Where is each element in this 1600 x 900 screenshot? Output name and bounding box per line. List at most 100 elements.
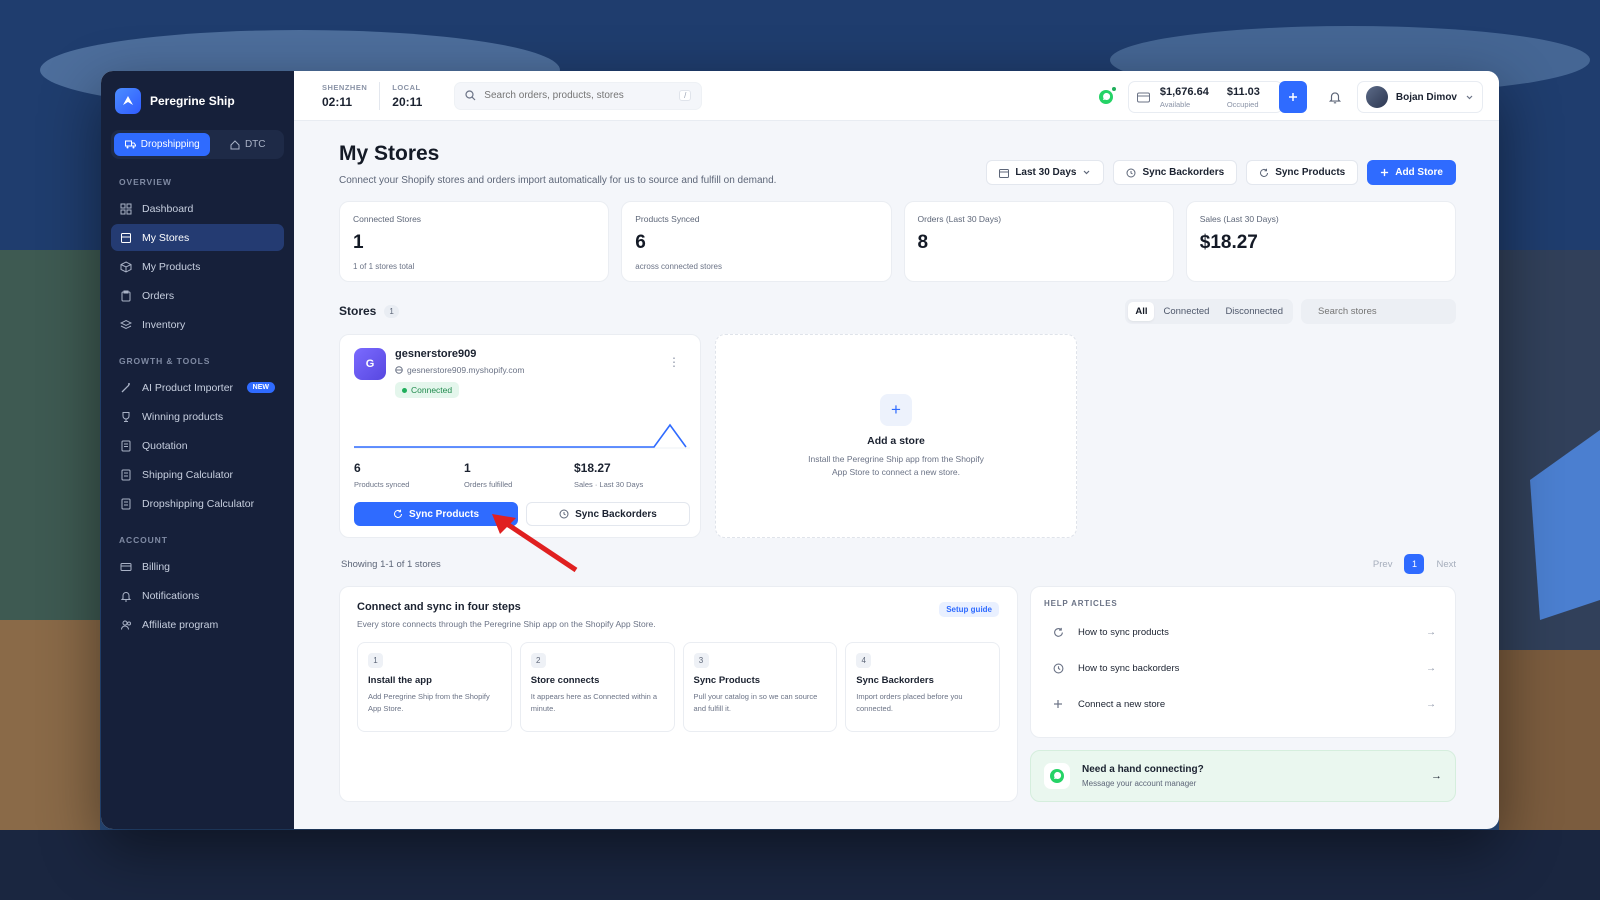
globe-icon [395,366,403,374]
stat-value: 1 [353,232,364,253]
sidebar-item-winning-products[interactable]: Winning products [111,403,284,430]
step-description: It appears here as Connected within a mi… [530,692,658,713]
bell-icon [1328,92,1341,104]
metric-label: Sales · Last 30 Days [574,480,644,489]
sidebar-item-my-stores[interactable]: My Stores [111,224,284,251]
pagination: Prev 1 Next [1373,554,1456,574]
wand-icon [121,382,130,392]
showing-text: Showing 1-1 of 1 stores [341,558,441,570]
whatsapp-icon [1044,763,1070,789]
help-item-sync-products[interactable]: How to sync products → [1044,614,1442,650]
section-label-overview: OVERVIEW [119,177,172,187]
stat-card-products-synced: Products Synced 6 across connected store… [621,201,892,282]
add-store-card[interactable]: + Add a store Install the Peregrine Ship… [715,334,1077,538]
sidebar-item-affiliate-program[interactable]: Affiliate program [111,611,284,638]
sidebar-item-label: Dropshipping Calculator [142,497,255,510]
mode-dropshipping[interactable]: Dropshipping [114,133,211,156]
filter-connected[interactable]: Connected [1156,302,1216,321]
store-metrics: 6 Products synced 1 Orders fulfilled $18… [354,461,684,489]
balance-occupied-label: Occupied [1226,99,1259,109]
setup-guide-link[interactable]: Setup guide [939,602,999,617]
sidebar-item-shipping-calculator[interactable]: Shipping Calculator [111,461,284,488]
history-icon [1126,168,1136,177]
sync-backorders-button[interactable]: Sync Backorders [1113,160,1238,185]
sync-backorders-label: Sync Backorders [1142,167,1225,178]
sidebar-item-quotation[interactable]: Quotation [111,432,284,459]
sidebar-item-inventory[interactable]: Inventory [111,311,284,338]
stat-sub: across connected stores [635,262,722,271]
store-search-input[interactable] [1318,305,1450,317]
sidebar-item-label: AI Product Importer [142,381,234,394]
next-page-button[interactable]: Next [1436,559,1456,570]
stats-row: Connected Stores 1 1 of 1 stores total P… [339,201,1456,282]
store-sync-products-button[interactable]: Sync Products [354,502,518,526]
sidebar: Peregrine Ship Dropshipping DTC OVERVIEW… [101,71,294,829]
plus-icon: + [880,393,912,426]
peregrine-logo-icon [115,88,141,114]
store-sync-backorders-button[interactable]: Sync Backorders [526,502,690,526]
right-column: HELP ARTICLES How to sync products → How… [1030,586,1456,802]
online-dot-icon [1110,86,1117,92]
sidebar-item-orders[interactable]: Orders [111,282,284,309]
step-item: 3 Sync Products Pull your catalog in so … [682,642,838,732]
balance-available-label: Available [1159,99,1191,109]
store-sync-backorders-label: Sync Backorders [575,508,657,520]
sidebar-item-dropshipping-calculator[interactable]: Dropshipping Calculator [111,490,284,517]
store-sync-products-label: Sync Products [408,508,480,520]
mode-dtc-label: DTC [244,139,266,150]
whatsapp-button[interactable] [1091,83,1120,111]
status-label: Connected [411,385,453,395]
date-range-label: Last 30 Days [1015,167,1077,178]
top-up-button[interactable] [1278,81,1307,113]
step-item: 4 Sync Backorders Import orders placed b… [845,642,1000,732]
clock-time: 02:11 [322,94,353,109]
step-item: 1 Install the app Add Peregrine Ship fro… [357,642,512,732]
user-menu[interactable]: Bojan Dimov [1356,81,1483,113]
help-item-connect-store[interactable]: Connect a new store → [1044,686,1442,722]
new-badge: NEW [246,382,275,393]
prev-page-button[interactable]: Prev [1373,559,1393,570]
help-item-sync-backorders[interactable]: How to sync backorders → [1044,650,1442,686]
step-title: Install the app [368,675,432,686]
store-url[interactable]: gesnerstore909.myshopify.com [407,365,524,375]
sidebar-item-dashboard[interactable]: Dashboard [111,195,284,222]
more-options-icon[interactable]: ⋮ [668,355,680,369]
notifications-button[interactable] [1320,83,1349,111]
contact-manager-card[interactable]: Need a hand connecting? Message your acc… [1030,750,1456,802]
box-icon [120,260,132,273]
chevron-down-icon [1466,95,1473,99]
step-item: 2 Store connects It appears here as Conn… [519,642,675,732]
stat-card-sales: Sales (Last 30 Days) $18.27 [1185,201,1456,282]
sidebar-item-label: Billing [142,560,171,573]
sidebar-item-label: Affiliate program [142,618,219,631]
topbar-right: $1,676.64 Available $11.03 Occupied Boja… [1091,81,1483,113]
stores-title: Stores [339,304,377,318]
store-search [1301,298,1456,324]
grid-icon [120,203,132,214]
sidebar-item-my-products[interactable]: My Products [111,253,284,280]
global-search-input[interactable] [484,90,672,101]
contact-title: Need a hand connecting? [1082,764,1204,775]
brand[interactable]: Peregrine Ship [111,87,284,114]
chevron-down-icon [1084,170,1090,175]
page-1-button[interactable]: 1 [1404,554,1425,574]
refresh-icon [1050,624,1066,640]
store-avatar: G [354,348,386,380]
content: My Stores Connect your Shopify stores an… [294,121,1499,802]
sidebar-item-billing[interactable]: Billing [111,553,284,580]
search-icon [465,90,476,101]
plus-icon [1050,696,1066,712]
filter-all[interactable]: All [1128,301,1155,321]
sync-products-button[interactable]: Sync Products [1246,160,1359,185]
store-filters: All Connected Disconnected [1125,298,1456,324]
wallet-balance[interactable]: $1,676.64 Available $11.03 Occupied [1127,81,1283,113]
metric-value: 1 [464,461,471,475]
sidebar-item-notifications[interactable]: Notifications [111,582,284,609]
mode-dtc[interactable]: DTC [214,133,281,156]
add-store-button[interactable]: Add Store [1367,160,1456,185]
step-number: 4 [856,653,872,668]
filter-disconnected[interactable]: Disconnected [1218,302,1290,321]
bell-icon [120,591,132,601]
sidebar-item-ai-product-importer[interactable]: AI Product Importer NEW [111,374,284,401]
date-range-select[interactable]: Last 30 Days [986,160,1105,185]
